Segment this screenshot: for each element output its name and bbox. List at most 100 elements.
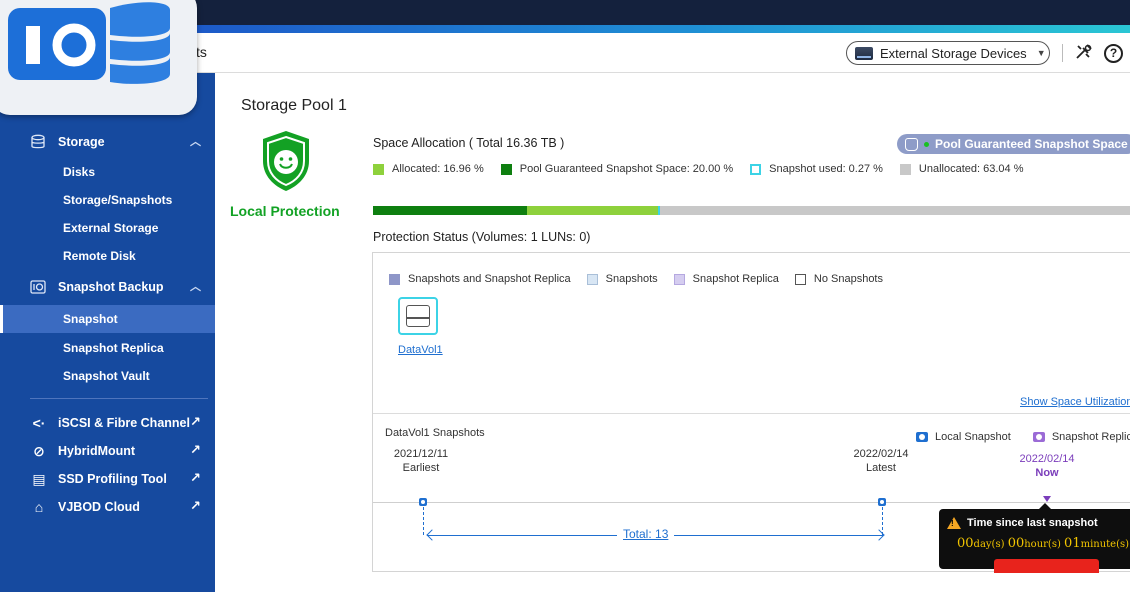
volume-link[interactable]: DataVol1 [398,344,443,356]
ssd-icon: ▤ [32,471,46,487]
sidebar-item-disks[interactable]: Disks [0,158,215,186]
sidebar-item-label: External Storage [63,221,159,235]
earliest-date: 2021/12/11 [393,448,449,460]
last-snapshot-tooltip: ! Time since last snapshot 00day(s) 00ho… [939,503,1130,573]
external-drive-icon [855,46,873,60]
sidebar-item-snapshot-vault[interactable]: Snapshot Vault [0,362,215,390]
sidebar-link-ssd-profiling[interactable]: ▤ SSD Profiling Tool ↗ [0,465,215,493]
legend-no-snapshots: No Snapshots [794,273,883,285]
take-snapshot-button[interactable] [994,559,1099,573]
bar-segment-pool-guaranteed [373,206,528,215]
snapshots-title: DataVol1 Snapshots [385,427,485,439]
earliest-label: Earliest [402,462,440,474]
app-logo [0,0,197,115]
header-title: ts [196,44,207,60]
sidebar-group-snapshot-backup[interactable]: Snapshot Backup ︿ [0,273,215,301]
shield-smile-icon [263,131,309,191]
show-space-utilization-link[interactable]: Show Space Utilization [1020,396,1130,408]
local-protection-label: Local Protection [230,203,340,219]
legend-snapshot-replica: Snapshot Replica [673,273,779,285]
sidebar-link-iscsi[interactable]: <· iSCSI & Fibre Channel ↗ [0,409,215,437]
snapshot-type-legend: Local Snapshot Snapshot Replica [916,431,1130,443]
sidebar-link-label: iSCSI & Fibre Channel [58,416,190,430]
sidebar-link-label: HybridMount [58,444,136,458]
sidebar-item-label: Snapshot Vault [63,369,150,383]
sidebar-item-label: Storage/Snapshots [63,193,173,207]
total-snapshots-link[interactable]: Total: 13 [617,527,675,541]
legend-snapshot-used: Snapshot used: 0.27 % [750,163,883,175]
legend-snapshots-and-replica: Snapshots and Snapshot Replica [389,273,571,285]
earliest-snapshot-marker[interactable] [419,498,427,506]
latest-snapshot-marker[interactable] [878,498,886,506]
allocation-legend: Allocated: 16.96 % Pool Guaranteed Snaps… [373,163,1041,175]
sidebar-group-label: Storage [58,135,105,149]
bar-segment-allocated [527,206,659,215]
database-icon [905,137,918,151]
legend-snapshots: Snapshots [586,273,658,285]
hybridmount-icon: ⊘ [33,443,45,459]
volume-drive-icon [406,305,430,327]
header-divider [1062,44,1063,62]
chevron-up-icon: ︿ [190,136,201,148]
status-dot [924,141,929,147]
page-title: Storage Pool 1 [241,97,347,114]
sidebar-link-hybridmount[interactable]: ⊘ HybridMount ↗ [0,437,215,465]
external-storage-label: External Storage Devices [880,45,1027,61]
latest-dashline [882,507,883,535]
snapshot-replica-icon [1032,432,1045,442]
now-date-block: 2022/02/14 Now [1017,452,1077,480]
external-link-icon: ↗ [190,498,201,513]
protection-status-title: Protection Status (Volumes: 1 LUNs: 0) [373,230,591,244]
sidebar-item-label: Remote Disk [63,249,136,263]
pool-guaranteed-snapshot-button[interactable]: Pool Guaranteed Snapshot Space [897,134,1130,154]
database-icon [31,134,45,149]
range-arrow-left [426,529,438,541]
warning-icon [947,517,961,529]
sidebar-item-remote-disk[interactable]: Remote Disk [0,242,215,270]
sidebar-item-external-storage[interactable]: External Storage [0,214,215,242]
local-snapshot-icon [916,432,928,442]
sidebar-group-storage[interactable]: Storage ︿ [0,128,215,156]
now-marker [1043,496,1051,502]
snapshot-timeline [373,502,1130,503]
legend-pool-guaranteed: Pool Guaranteed Snapshot Space: 20.00 % [500,163,733,175]
chevron-up-icon: ︿ [190,281,201,293]
sidebar-item-storage-snapshots[interactable]: Storage/Snapshots [0,186,215,214]
earliest-date-block: 2021/12/11 Earliest [391,447,451,475]
legend-unallocated: Unallocated: 63.04 % [899,163,1024,175]
sidebar: Storage ︿ Disks Storage/Snapshots Extern… [0,73,215,592]
sidebar-link-label: SSD Profiling Tool [58,472,167,486]
pool-guaranteed-label: Pool Guaranteed Snapshot Space [935,137,1128,151]
sidebar-link-label: VJBOD Cloud [58,500,140,514]
sidebar-item-snapshot-replica[interactable]: Snapshot Replica [0,334,215,362]
sidebar-item-label: Snapshot [63,312,118,326]
panel-divider [373,413,1130,414]
external-link-icon: ↗ [190,470,201,485]
volume-tile[interactable] [398,297,438,335]
top-accent-stripe [160,25,1130,33]
latest-date: 2022/02/14 [853,448,909,460]
iscsi-icon: <· [32,415,46,431]
sidebar-link-vjbod-cloud[interactable]: ⌂ VJBOD Cloud ↗ [0,493,215,521]
legend-local-snapshot: Local Snapshot [935,431,1011,443]
legend-snapshot-replica: Snapshot Replica [1051,431,1130,443]
space-allocation-title: Space Allocation ( Total 16.36 TB ) [373,136,565,150]
bar-segment-snapshot-used [658,206,661,215]
protection-legend: Snapshots and Snapshot Replica Snapshots… [389,273,899,285]
now-label: Now [1035,467,1059,479]
tools-icon[interactable] [1073,42,1095,64]
latest-date-block: 2022/02/14 Latest [851,447,911,475]
snapshot-backup-icon [30,280,46,294]
external-storage-dropdown[interactable]: External Storage Devices ▼ [846,41,1050,65]
external-link-icon: ↗ [190,414,201,429]
sidebar-item-snapshot[interactable]: Snapshot [0,305,215,333]
chevron-down-icon: ▼ [1036,48,1046,58]
tooltip-title: Time since last snapshot [967,517,1098,529]
now-date: 2022/02/14 [1019,453,1075,465]
external-link-icon: ↗ [190,442,201,457]
legend-allocated: Allocated: 16.96 % [373,163,484,175]
sidebar-item-label: Disks [63,165,96,179]
help-icon[interactable]: ? [1104,44,1123,63]
earliest-dashline [423,507,424,535]
vjbod-cloud-icon: ⌂ [34,499,44,515]
